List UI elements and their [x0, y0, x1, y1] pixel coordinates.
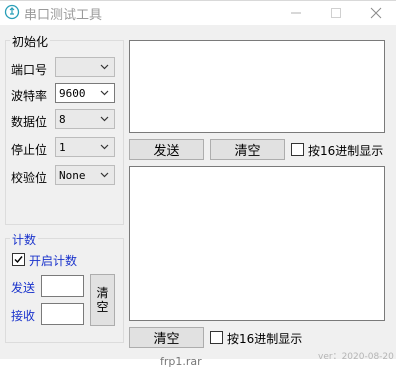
window-title: 串口测试工具 [24, 8, 103, 23]
stopbits-label: 停止位 [11, 143, 48, 157]
chevron-down-icon [100, 64, 109, 70]
databits-value: 8 [59, 113, 66, 126]
send-button[interactable]: 发送 [129, 139, 204, 160]
background-file-label: frp1.rar [160, 355, 202, 368]
receive-clear-label: 清空 [153, 332, 180, 347]
stopbits-value: 1 [59, 141, 66, 154]
app-icon [4, 4, 20, 20]
parity-value: None [59, 169, 86, 182]
send-textarea[interactable] [129, 40, 385, 133]
count-group-title: 计数 [10, 231, 39, 248]
close-icon [370, 7, 382, 19]
enable-count-checkbox[interactable] [12, 253, 25, 266]
maximize-button[interactable] [316, 1, 356, 25]
recv-count-label: 接收 [11, 309, 36, 323]
send-button-label: 发送 [153, 144, 180, 159]
send-clear-button[interactable]: 清空 [210, 139, 285, 160]
chevron-down-icon [100, 172, 109, 178]
send-clear-label: 清空 [234, 144, 261, 159]
title-bar: 串口测试工具 [0, 1, 396, 25]
chevron-down-icon [100, 144, 109, 150]
receive-hex-checkbox[interactable] [210, 331, 223, 344]
receive-textarea[interactable] [129, 166, 385, 321]
init-group-title: 初始化 [10, 33, 51, 50]
send-hex-label: 按16进制显示 [308, 144, 384, 158]
send-count-label: 发送 [11, 281, 36, 295]
maximize-icon [331, 8, 341, 18]
minimize-icon [291, 12, 301, 14]
recv-count-field[interactable] [41, 303, 84, 325]
chevron-down-icon [100, 116, 109, 122]
databits-select[interactable]: 8 [55, 109, 115, 129]
baud-select[interactable]: 9600 [55, 83, 115, 103]
baud-label: 波特率 [11, 89, 48, 103]
port-label: 端口号 [11, 63, 48, 77]
app-window: 串口测试工具 初始化 端口号 波特率 9600 数据位 8 停止位 1 校验位 … [0, 0, 396, 368]
receive-clear-button[interactable]: 清空 [129, 327, 204, 348]
chevron-down-icon [100, 90, 109, 96]
count-clear-label: 清空 [96, 286, 109, 314]
checkmark-icon [14, 256, 23, 264]
receive-hex-label: 按16进制显示 [227, 332, 303, 346]
port-select[interactable] [55, 57, 115, 77]
parity-select[interactable]: None [55, 165, 115, 185]
parity-label: 校验位 [11, 171, 48, 185]
minimize-button[interactable] [276, 1, 316, 25]
send-count-field[interactable] [41, 275, 84, 297]
baud-value: 9600 [59, 87, 86, 100]
send-hex-checkbox[interactable] [291, 143, 304, 156]
count-clear-button[interactable]: 清空 [90, 274, 115, 326]
close-button[interactable] [356, 1, 396, 25]
enable-count-label: 开启计数 [29, 254, 78, 268]
stopbits-select[interactable]: 1 [55, 137, 115, 157]
databits-label: 数据位 [11, 115, 48, 129]
